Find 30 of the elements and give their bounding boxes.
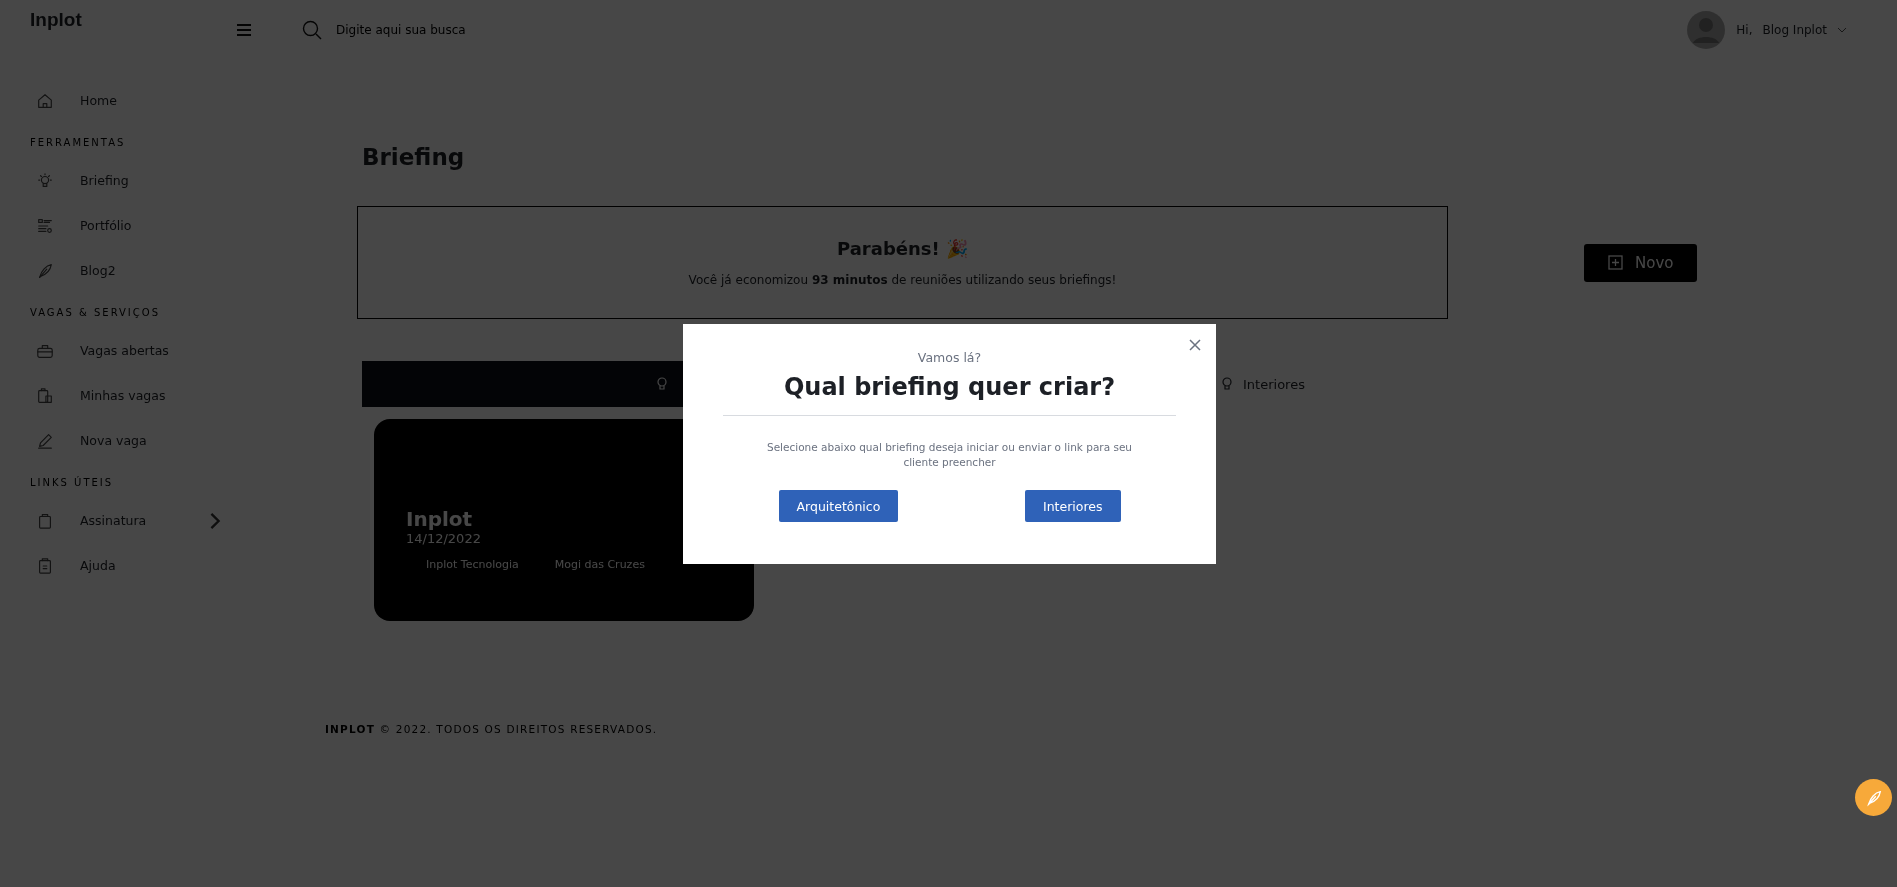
- card-company: Inplot Tecnologia: [426, 558, 519, 571]
- footer-text: INPLOT © 2022. TODOS OS DIREITOS RESERVADOS.: [325, 723, 659, 735]
- page-title: Briefing: [362, 144, 466, 170]
- briefing-type-button[interactable]: Interiores: [1024, 490, 1121, 522]
- logo: Inplot: [30, 9, 83, 31]
- user-name[interactable]: Blog Inplot: [1762, 23, 1827, 37]
- modal-description: Selecione abaixo qual briefing deseja iniciar ou enviar o link para seu cliente preencher: [766, 440, 1133, 470]
- section-title: VAGAS & SERVIÇOS: [30, 307, 162, 318]
- modal-title: Qual briefing quer criar?: [783, 373, 1116, 401]
- sidebar-label: Home: [80, 93, 118, 108]
- card-date: 14/12/2022: [406, 531, 481, 546]
- user-greeting: Hi,: [1736, 23, 1753, 37]
- sidebar-label: Ajuda: [80, 558, 117, 573]
- sidebar-label: Nova vaga: [80, 433, 148, 448]
- close-icon[interactable]: [1188, 338, 1202, 352]
- sidebar-label: Assinatura: [80, 513, 148, 528]
- congrats-title: Parabéns! 🎉: [837, 238, 968, 259]
- congrats-message: Você já economizou 93 minutos de reuniões utilizando seus briefings!: [688, 273, 1117, 287]
- card-city: Mogi das Cruzes: [554, 558, 645, 571]
- sidebar-label: Briefing: [80, 173, 130, 188]
- briefing-type-button[interactable]: Arquitetônico: [778, 490, 899, 522]
- sidebar-label: Blog2: [80, 263, 117, 278]
- sidebar-label: Vagas abertas: [80, 343, 170, 358]
- section-title: LINKS ÚTEIS: [30, 477, 115, 488]
- sidebar-label: Portfólio: [80, 218, 133, 233]
- section-title: FERRAMENTAS: [30, 137, 127, 148]
- sidebar-label: Minhas vagas: [80, 388, 167, 403]
- search-field[interactable]: Digite aqui sua busca: [334, 22, 638, 38]
- card-title: Inplot: [406, 507, 473, 531]
- modal-eyebrow: Vamos lá?: [917, 350, 982, 365]
